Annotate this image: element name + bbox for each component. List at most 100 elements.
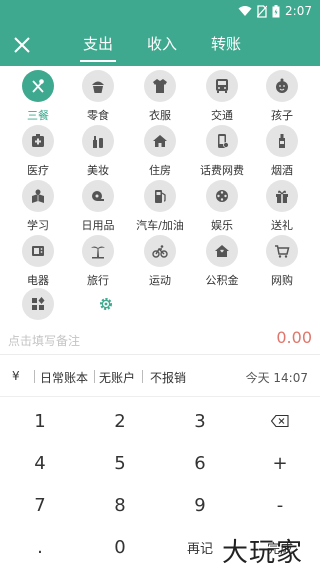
tab-transfer[interactable]: 转账 (194, 24, 258, 66)
category-study[interactable]: 学习 (6, 180, 70, 233)
status-indicators: 2:07 (238, 4, 312, 18)
key-6[interactable]: 6 (160, 442, 240, 484)
tab-expense[interactable]: 支出 (66, 24, 130, 66)
category-label: 运动 (149, 274, 171, 287)
category-gifts[interactable]: 送礼 (250, 180, 314, 233)
key-minus[interactable]: - (240, 484, 320, 526)
category-travel[interactable]: 旅行 (66, 235, 130, 288)
tab-income[interactable]: 收入 (130, 24, 194, 66)
key-3[interactable]: 3 (160, 400, 240, 442)
category-label: 汽车/加油 (136, 219, 184, 232)
bicycle-icon (144, 235, 176, 267)
category-label: 住房 (149, 164, 171, 177)
no-sim-icon (257, 4, 268, 18)
options-row: ¥ 日常账本 无账户 不报销 今天 14:07 (0, 364, 320, 390)
key-dot[interactable]: . (0, 526, 80, 568)
category-meals[interactable]: 三餐 (6, 70, 70, 123)
category-label: 旅行 (87, 274, 109, 287)
category-more[interactable] (6, 288, 70, 322)
category-tobacco-alcohol[interactable]: 烟酒 (250, 125, 314, 178)
status-bar: 2:07 (0, 0, 320, 24)
wifi-icon (238, 6, 252, 16)
medical-kit-icon (22, 125, 54, 157)
gear-icon (100, 298, 112, 310)
category-label: 衣服 (149, 109, 171, 122)
house-fund-icon (206, 235, 238, 267)
category-label: 公积金 (205, 274, 239, 287)
utensils-icon (22, 70, 54, 102)
key-8[interactable]: 8 (80, 484, 160, 526)
status-time: 2:07 (285, 4, 312, 18)
shirt-icon (144, 70, 176, 102)
account-selector[interactable]: 无账户 (99, 369, 135, 386)
cupcake-icon (82, 70, 114, 102)
category-label: 日用品 (81, 219, 115, 232)
category-transport[interactable]: 交通 (190, 70, 254, 123)
film-reel-icon (206, 180, 238, 212)
category-entertainment[interactable]: 娱乐 (190, 180, 254, 233)
amount-display: 0.00 (276, 328, 312, 347)
category-snacks[interactable]: 零食 (66, 70, 130, 123)
category-online-shopping[interactable]: 网购 (250, 235, 314, 288)
appliance-icon (22, 235, 54, 267)
watermark-logo: 大玩家 (222, 538, 304, 568)
cosmetics-icon (82, 125, 114, 157)
category-housing-fund[interactable]: 公积金 (190, 235, 254, 288)
category-label: 烟酒 (271, 164, 293, 177)
bottle-icon (266, 125, 298, 157)
tissue-icon (82, 180, 114, 212)
palm-tree-icon (82, 235, 114, 267)
account-book-selector[interactable]: 日常账本 (40, 369, 88, 386)
category-label: 孩子 (271, 109, 293, 122)
key-5[interactable]: 5 (80, 442, 160, 484)
category-settings-button[interactable] (74, 288, 138, 320)
key-4[interactable]: 4 (0, 442, 80, 484)
house-icon (144, 125, 176, 157)
gas-pump-icon (144, 180, 176, 212)
type-tabs: 支出 收入 转账 (66, 24, 258, 66)
key-plus[interactable]: + (240, 442, 320, 484)
key-2[interactable]: 2 (80, 400, 160, 442)
close-icon (14, 37, 30, 53)
note-row: 0.00 (0, 325, 320, 355)
key-7[interactable]: 7 (0, 484, 80, 526)
child-face-icon (266, 70, 298, 102)
divider (34, 370, 35, 383)
divider (94, 370, 95, 383)
gift-icon (266, 180, 298, 212)
battery-icon (272, 4, 280, 17)
close-button[interactable] (10, 33, 34, 57)
backspace-key[interactable] (240, 400, 320, 442)
phone-icon (206, 125, 238, 157)
backspace-icon (271, 415, 289, 427)
key-9[interactable]: 9 (160, 484, 240, 526)
category-phone-bill[interactable]: 话费网费 (190, 125, 254, 178)
category-label: 美妆 (87, 164, 109, 177)
category-medical[interactable]: 医疗 (6, 125, 70, 178)
study-icon (22, 180, 54, 212)
key-1[interactable]: 1 (0, 400, 80, 442)
currency-selector[interactable]: ¥ (12, 369, 20, 383)
shopping-cart-icon (266, 235, 298, 267)
note-input[interactable] (8, 331, 208, 351)
category-label: 网购 (271, 274, 293, 287)
date-selector[interactable]: 今天 14:07 (246, 369, 308, 386)
category-kids[interactable]: 孩子 (250, 70, 314, 123)
category-label: 送礼 (271, 219, 293, 232)
category-label: 娱乐 (211, 219, 233, 232)
bus-icon (206, 70, 238, 102)
more-apps-icon (22, 288, 54, 320)
key-0[interactable]: 0 (80, 526, 160, 568)
divider (142, 370, 143, 383)
category-daily-goods[interactable]: 日用品 (66, 180, 130, 233)
reimburse-selector[interactable]: 不报销 (150, 369, 186, 386)
category-car-fuel[interactable]: 汽车/加油 (128, 180, 192, 233)
category-housing[interactable]: 住房 (128, 125, 192, 178)
category-cosmetics[interactable]: 美妆 (66, 125, 130, 178)
category-label: 电器 (27, 274, 49, 287)
category-label: 话费网费 (200, 164, 244, 177)
category-appliances[interactable]: 电器 (6, 235, 70, 288)
category-label: 零食 (87, 109, 109, 122)
category-sports[interactable]: 运动 (128, 235, 192, 288)
category-clothes[interactable]: 衣服 (128, 70, 192, 123)
